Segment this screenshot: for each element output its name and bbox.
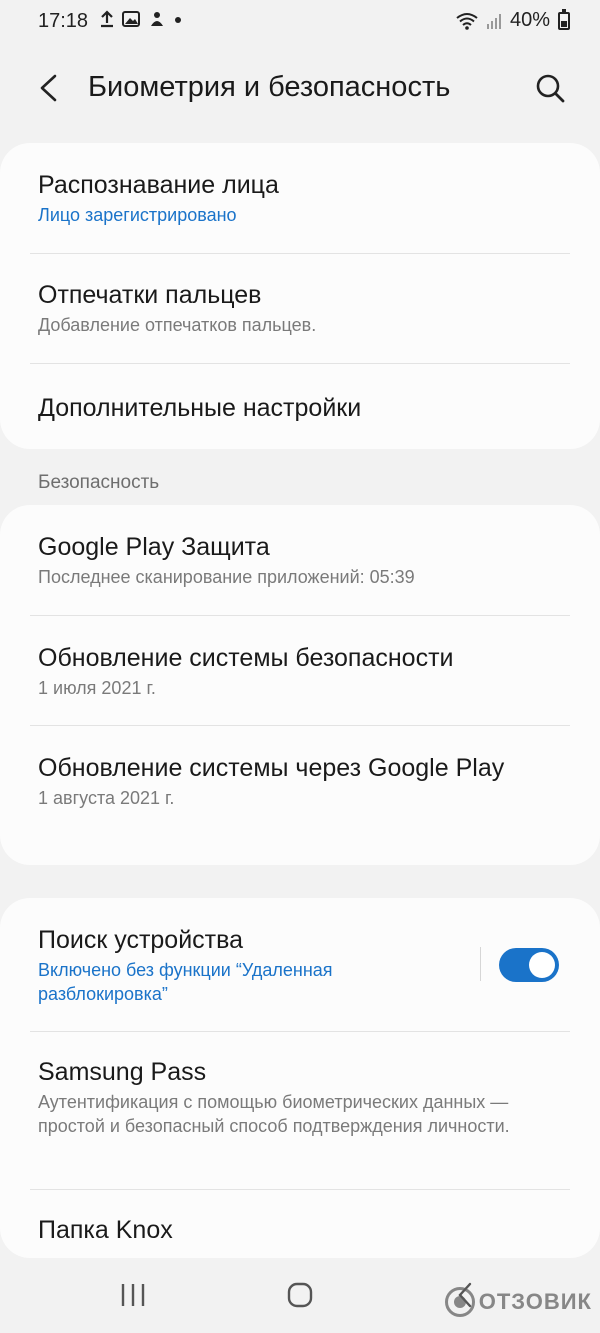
item-subtitle: 1 июля 2021 г. bbox=[38, 678, 156, 698]
item-title: Распознавание лица bbox=[38, 171, 279, 199]
home-icon bbox=[287, 1282, 313, 1308]
item-title: Обновление системы через Google Play bbox=[38, 754, 505, 782]
item-title: Обновление системы безопасности bbox=[38, 644, 454, 672]
app-bar: Биометрия и безопасность bbox=[0, 50, 600, 130]
wifi-icon bbox=[456, 12, 478, 30]
find-my-device-item[interactable]: Поиск устройства Включено без функции “У… bbox=[30, 898, 570, 1032]
toggle-divider bbox=[480, 947, 481, 981]
recents-icon bbox=[121, 1284, 145, 1306]
status-bar: 17:18 40% bbox=[0, 0, 600, 44]
signal-icon bbox=[486, 13, 501, 29]
knox-folder-item[interactable]: Папка Knox bbox=[30, 1190, 570, 1258]
google-play-system-update-item[interactable]: Обновление системы через Google Play 1 а… bbox=[30, 726, 570, 865]
fingerprints-item[interactable]: Отпечатки пальцев Добавление отпечатков … bbox=[30, 254, 570, 364]
item-title: Поиск устройства bbox=[38, 926, 244, 954]
section-label-security: Безопасность bbox=[38, 472, 160, 493]
security-card: Google Play Защита Последнее сканировани… bbox=[0, 505, 600, 865]
status-time: 17:18 bbox=[38, 10, 89, 32]
battery-percent: 40% bbox=[509, 9, 550, 31]
item-subtitle: Последнее сканирование приложений: 05:39 bbox=[38, 567, 415, 587]
watermark-icon bbox=[444, 1287, 475, 1317]
app-notification-icon bbox=[151, 12, 163, 26]
watermark-text: ОТЗОВИК bbox=[478, 1289, 592, 1314]
upload-icon bbox=[101, 10, 113, 28]
biometrics-card: Распознавание лица Лицо зарегистрировано… bbox=[0, 143, 600, 449]
item-title: Samsung Pass bbox=[38, 1058, 207, 1086]
more-notifications-icon bbox=[175, 17, 181, 23]
image-icon bbox=[122, 11, 140, 27]
item-title: Google Play Защита bbox=[38, 533, 270, 561]
home-button[interactable] bbox=[285, 1280, 315, 1310]
google-play-protect-item[interactable]: Google Play Защита Последнее сканировани… bbox=[30, 505, 570, 616]
find-my-device-toggle[interactable] bbox=[499, 948, 559, 982]
samsung-pass-item[interactable]: Samsung Pass Аутентификация с помощью би… bbox=[30, 1032, 570, 1190]
back-button[interactable] bbox=[30, 68, 70, 108]
item-title: Отпечатки пальцев bbox=[38, 281, 262, 309]
item-subtitle: Аутентификация с помощью биометрических … bbox=[38, 1092, 510, 1136]
chevron-left-icon bbox=[40, 74, 57, 102]
item-subtitle: Добавление отпечатков пальцев. bbox=[38, 315, 317, 335]
item-title: Дополнительные настройки bbox=[38, 394, 362, 422]
status-right: 40% bbox=[456, 8, 570, 32]
search-icon bbox=[536, 74, 565, 103]
battery-icon bbox=[558, 8, 570, 30]
face-recognition-item[interactable]: Распознавание лица Лицо зарегистрировано bbox=[30, 143, 570, 254]
item-subtitle: 1 августа 2021 г. bbox=[38, 788, 175, 808]
item-subtitle: Лицо зарегистрировано bbox=[38, 205, 237, 225]
notification-icons bbox=[100, 10, 182, 28]
search-button[interactable] bbox=[530, 68, 570, 108]
toggle-knob bbox=[529, 952, 555, 978]
item-title: Папка Knox bbox=[38, 1216, 173, 1244]
page-title: Биометрия и безопасность bbox=[88, 71, 451, 103]
watermark-logo: ОТЗОВИК bbox=[444, 1287, 592, 1317]
item-subtitle: Включено без функции “Удаленная разблоки… bbox=[38, 960, 333, 1004]
security-update-item[interactable]: Обновление системы безопасности 1 июля 2… bbox=[30, 616, 570, 726]
additional-settings-item[interactable]: Дополнительные настройки bbox=[30, 364, 570, 449]
recents-button[interactable] bbox=[118, 1282, 148, 1308]
